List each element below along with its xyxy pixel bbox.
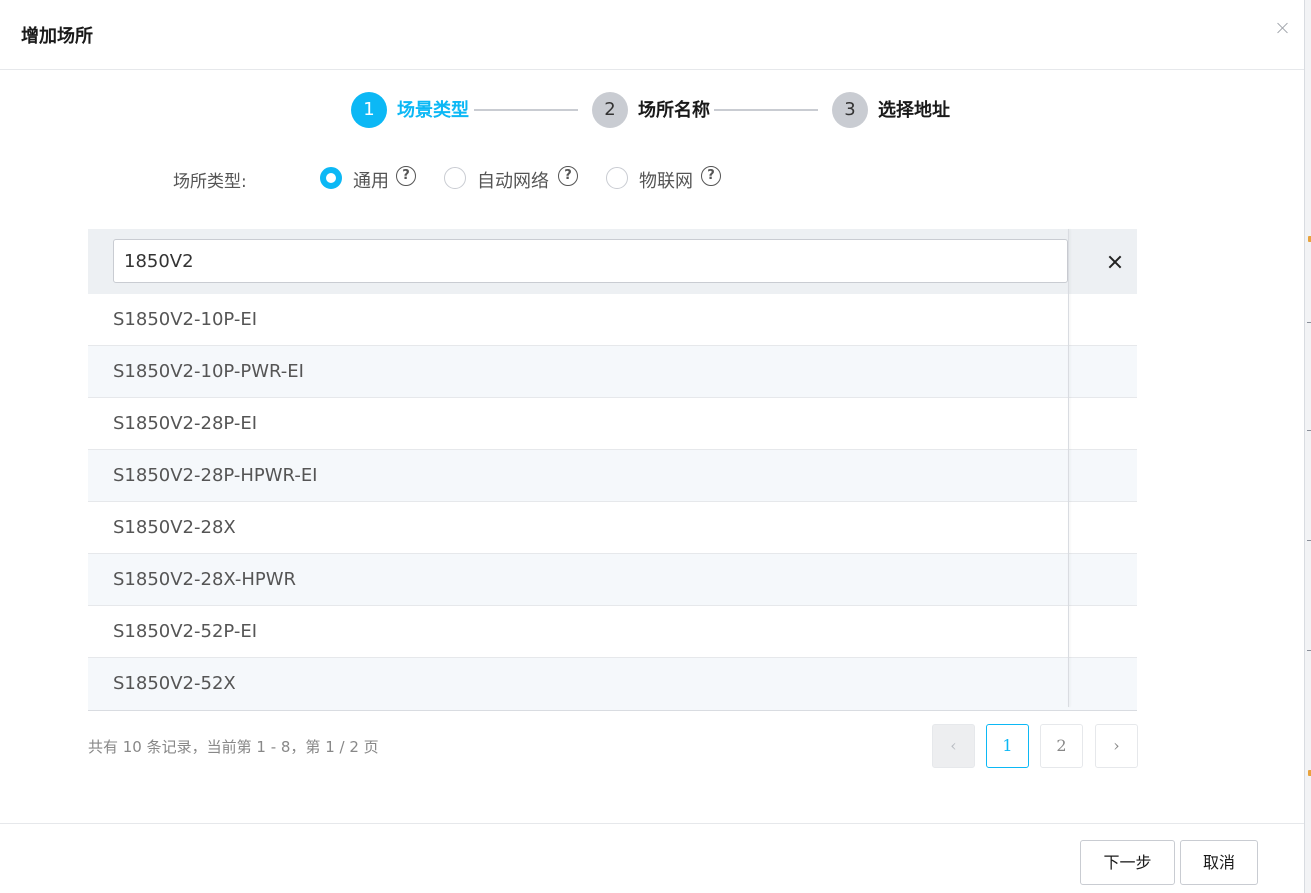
background-marker [1307, 650, 1311, 651]
search-bar [88, 229, 1137, 294]
radio-circle[interactable] [444, 167, 466, 189]
model-list: S1850V2-10P-EI S1850V2-10P-PWR-EI S1850V… [88, 294, 1137, 710]
help-icon[interactable]: ? [701, 166, 721, 186]
dialog-header: 增加场所 [0, 0, 1304, 70]
next-page-button[interactable]: › [1095, 724, 1138, 768]
radio-circle[interactable] [606, 167, 628, 189]
pagination-info: 共有 10 条记录，当前第 1 - 8，第 1 / 2 页 [88, 738, 379, 756]
list-item[interactable]: S1850V2-10P-PWR-EI [88, 346, 1137, 398]
list-item[interactable]: S1850V2-52X [88, 658, 1137, 710]
step-label: 场景类型 [397, 100, 469, 121]
list-item[interactable]: S1850V2-28P-EI [88, 398, 1137, 450]
dialog-footer: 下一步 取消 [0, 823, 1304, 893]
list-item[interactable]: S1850V2-28X-HPWR [88, 554, 1137, 606]
site-type-label: 场所类型: [173, 172, 247, 192]
radio-circle[interactable] [320, 167, 342, 189]
radio-label: 自动网络 [477, 171, 549, 192]
step-number: 2 [592, 92, 628, 128]
radio-iot[interactable]: 物联网 ? [606, 166, 726, 192]
prev-page-button[interactable]: ‹ [932, 724, 975, 768]
list-item[interactable]: S1850V2-28X [88, 502, 1137, 554]
step-number: 1 [351, 92, 387, 128]
radio-label: 物联网 [639, 171, 693, 192]
background-marker [1307, 322, 1311, 323]
list-item[interactable]: S1850V2-28P-HPWR-EI [88, 450, 1137, 502]
close-icon[interactable] [1273, 18, 1293, 38]
radio-auto-network[interactable]: 自动网络 ? [444, 166, 584, 192]
add-site-dialog: 增加场所 1 场景类型 2 场所名称 3 选择地址 场所类型: 通用 ? 自动网… [0, 0, 1304, 893]
dialog-title: 增加场所 [21, 26, 93, 47]
page-button-1[interactable]: 1 [986, 724, 1029, 768]
clear-search-icon[interactable] [1106, 253, 1124, 271]
next-step-button[interactable]: 下一步 [1080, 840, 1175, 885]
radio-general[interactable]: 通用 ? [320, 166, 420, 192]
search-input[interactable] [113, 239, 1068, 283]
help-icon[interactable]: ? [396, 166, 416, 186]
cancel-button[interactable]: 取消 [1180, 840, 1258, 885]
model-list-panel: S1850V2-10P-EI S1850V2-10P-PWR-EI S1850V… [88, 229, 1137, 711]
help-icon[interactable]: ? [558, 166, 578, 186]
background-marker [1307, 540, 1311, 541]
page-button-2[interactable]: 2 [1040, 724, 1083, 768]
step-label: 场所名称 [638, 100, 710, 121]
step-number: 3 [832, 92, 868, 128]
list-scrollbar[interactable] [1068, 229, 1069, 707]
background-marker [1307, 430, 1311, 431]
radio-label: 通用 [353, 171, 389, 192]
list-item[interactable]: S1850V2-52P-EI [88, 606, 1137, 658]
list-item[interactable]: S1850V2-10P-EI [88, 294, 1137, 346]
background-page-edge [1304, 0, 1311, 893]
step-connector [474, 109, 578, 111]
step-connector [714, 109, 818, 111]
step-label: 选择地址 [878, 100, 950, 121]
